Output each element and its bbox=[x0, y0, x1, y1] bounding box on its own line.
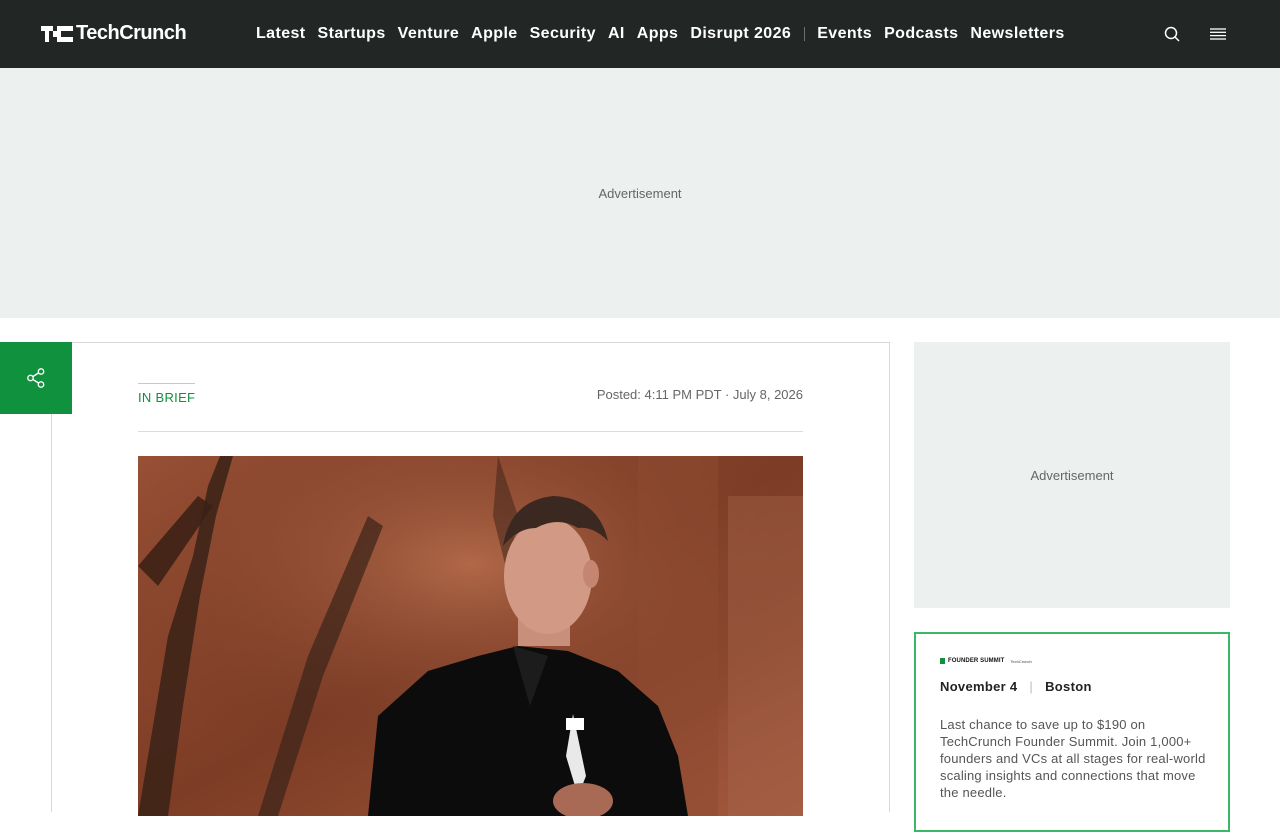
ad-label: Advertisement bbox=[598, 185, 682, 201]
promo-meta: November 4 | Boston bbox=[940, 679, 1092, 694]
main-nav: Latest Startups Venture Apple Security A… bbox=[256, 23, 1077, 45]
site-header: TechCrunch Latest Startups Venture Apple… bbox=[0, 0, 1280, 68]
share-button[interactable] bbox=[0, 342, 72, 414]
nav-item-apple[interactable]: Apple bbox=[471, 25, 517, 43]
nav-item-startups[interactable]: Startups bbox=[318, 25, 386, 43]
nav-item-security[interactable]: Security bbox=[530, 25, 596, 43]
article-hero-image bbox=[138, 456, 803, 816]
sidebar-advertisement[interactable]: Advertisement bbox=[914, 342, 1230, 608]
techcrunch-logo[interactable]: TechCrunch bbox=[41, 22, 187, 45]
in-brief-tag[interactable]: IN BRIEF bbox=[138, 383, 196, 405]
founder-summit-logo: FOUNDER SUMMIT TechCrunch bbox=[940, 658, 1032, 664]
techcrunch-logo-mark-icon bbox=[41, 23, 73, 45]
founder-summit-logo-icon bbox=[940, 658, 945, 664]
nav-item-latest[interactable]: Latest bbox=[256, 25, 306, 43]
nav-item-podcasts[interactable]: Podcasts bbox=[884, 25, 958, 43]
promo-body: Last chance to save up to $190 on TechCr… bbox=[940, 717, 1206, 800]
nav-item-ai[interactable]: AI bbox=[608, 25, 625, 43]
promo-date: November 4 bbox=[940, 679, 1018, 694]
nav-divider bbox=[804, 27, 806, 41]
nav-item-events[interactable]: Events bbox=[817, 25, 872, 43]
promo-separator: | bbox=[1029, 679, 1034, 694]
promo-logo-text: FOUNDER SUMMIT bbox=[948, 658, 1005, 664]
search-icon[interactable] bbox=[1162, 24, 1182, 44]
menu-icon[interactable] bbox=[1208, 24, 1228, 44]
nav-item-newsletters[interactable]: Newsletters bbox=[970, 25, 1064, 43]
ad-label: Advertisement bbox=[1030, 467, 1114, 483]
article-divider bbox=[138, 431, 803, 432]
logo-text: TechCrunch bbox=[76, 22, 187, 44]
promo-logo-sub: TechCrunch bbox=[1010, 658, 1032, 664]
nav-item-venture[interactable]: Venture bbox=[398, 25, 460, 43]
promo-location: Boston bbox=[1045, 679, 1092, 694]
article-card: IN BRIEF Posted: 4:11 PM PDT · July 8, 2… bbox=[51, 342, 890, 816]
founder-summit-promo[interactable]: FOUNDER SUMMIT TechCrunch November 4 | B… bbox=[914, 632, 1230, 832]
share-icon bbox=[24, 366, 48, 390]
nav-item-apps[interactable]: Apps bbox=[637, 25, 679, 43]
top-advertisement[interactable]: Advertisement bbox=[0, 68, 1280, 318]
posted-timestamp: Posted: 4:11 PM PDT · July 8, 2026 bbox=[596, 387, 803, 402]
nav-item-disrupt[interactable]: Disrupt 2026 bbox=[690, 25, 791, 43]
